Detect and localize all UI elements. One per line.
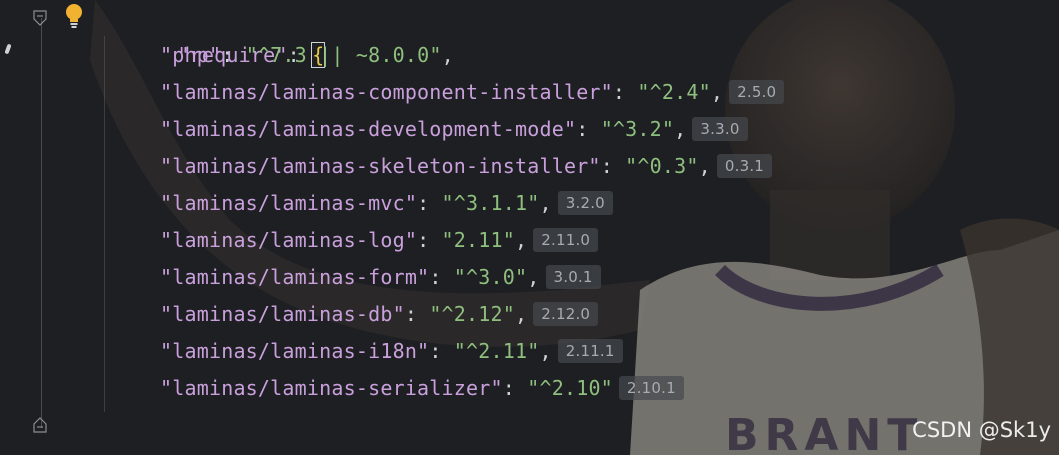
json-colon: : [576,117,601,141]
json-key: "laminas/laminas-development-mode" [160,117,577,141]
fold-icon[interactable] [33,10,47,26]
code-line-entry[interactable]: "laminas/laminas-mvc": "^3.1.1", 3.2.0 [160,185,613,221]
installed-version-hint: 3.0.1 [545,264,601,289]
json-comma: , [698,154,711,178]
json-value: "^2.11" [453,339,540,363]
editor-gutter [0,0,90,455]
json-comma: , [527,265,540,289]
fold-guide-line [41,18,42,428]
installed-version-hint: 2.10.1 [618,375,684,400]
json-key: "laminas/laminas-db" [160,302,405,326]
json-value: "^7.3 || ~8.0.0" [245,43,442,67]
installed-version-hint: 2.12.0 [533,301,599,326]
json-value: "^3.1.1" [441,191,540,215]
json-key: "laminas/laminas-form" [160,265,430,289]
installed-version-hint: 2.11.1 [557,338,623,363]
json-value: "^3.0" [453,265,528,289]
json-colon: : [612,80,638,104]
json-comma: , [515,302,528,326]
json-key: "laminas/laminas-log" [160,228,418,252]
installed-version-hint: 3.3.0 [692,116,748,141]
json-comma: , [515,228,528,252]
json-key: "php" [160,43,222,67]
json-value: "^2.12" [429,302,515,326]
code-line-entry[interactable]: "laminas/laminas-log": "2.11", 2.11.0 [160,222,599,258]
code-line-entry[interactable]: "laminas/laminas-form": "^3.0", 3.0.1 [160,259,601,295]
code-line-entry[interactable]: "laminas/laminas-skeleton-installer": "^… [160,148,773,184]
code-line-entry[interactable]: "laminas/laminas-component-installer": "… [160,74,785,110]
code-line-entry[interactable]: "laminas/laminas-development-mode": "^3.… [160,111,748,147]
json-value: "2.11" [441,228,515,252]
json-value: "^2.4" [637,80,711,104]
code-line-entry[interactable]: "php": "^7.3 || ~8.0.0", [160,37,454,73]
json-comma: , [539,191,552,215]
json-key: "laminas/laminas-component-installer" [160,80,613,104]
code-line-close[interactable]: }, [104,410,202,455]
json-colon: : [221,43,246,67]
installed-version-hint: 2.5.0 [729,79,785,104]
json-colon: : [429,265,454,289]
watermark: CSDN @Sk1y [912,418,1051,442]
json-value: "^2.10" [527,376,613,400]
json-colon: : [502,376,528,400]
code-line-entry[interactable]: "laminas/laminas-i18n": "^2.11", 2.11.1 [160,333,623,369]
code-line-entry[interactable]: "laminas/laminas-serializer": "^2.10" 2.1… [160,370,684,406]
json-comma: , [441,43,454,67]
installed-version-hint: 0.3.1 [716,153,773,178]
json-value: "^3.2" [600,117,675,141]
svg-text:BRANT: BRANT [725,410,923,455]
json-value: "^0.3" [625,154,699,178]
installed-version-hint: 3.2.0 [557,190,613,215]
fold-icon[interactable] [33,417,47,433]
code-line-require[interactable]: "require": { [104,1,326,68]
json-key: "laminas/laminas-mvc" [160,191,418,215]
json-colon: : [600,154,626,178]
json-key: "laminas/laminas-i18n" [160,339,430,363]
json-key: "laminas/laminas-skeleton-installer" [160,154,601,178]
json-colon: : [417,191,442,215]
json-colon: : [417,228,442,252]
json-colon: : [429,339,454,363]
json-comma: , [539,339,552,363]
json-key: "laminas/laminas-serializer" [160,376,503,400]
installed-version-hint: 2.11.0 [533,227,599,252]
lightbulb-icon[interactable] [62,2,86,30]
json-colon: : [404,302,430,326]
code-editor[interactable]: BRANT "require": { "php": "^7.3 || ~8.0.… [0,0,1059,455]
code-line-entry[interactable]: "laminas/laminas-db": "^2.12", 2.12.0 [160,296,599,332]
json-comma: , [710,80,724,104]
json-comma: , [674,117,687,141]
scroll-marker [4,43,12,55]
